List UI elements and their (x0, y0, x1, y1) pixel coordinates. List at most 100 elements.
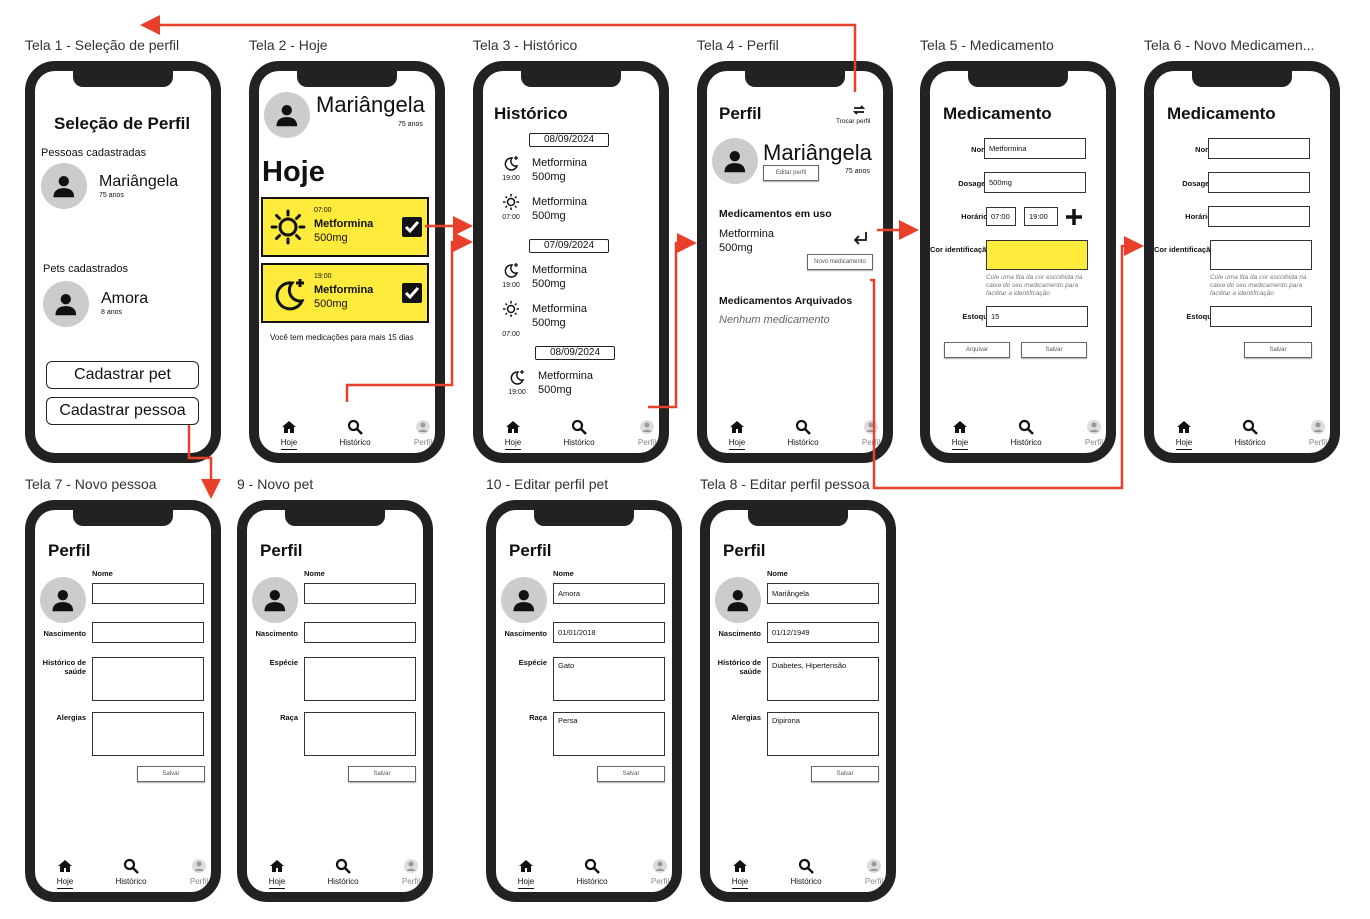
swap-profile-label[interactable]: Trocar perfil (836, 118, 870, 125)
nav-profile[interactable]: Perfil (846, 419, 883, 447)
save-button[interactable]: Salvar (811, 766, 879, 782)
nav-history[interactable]: Histórico (554, 419, 604, 447)
checkbox-checked-icon[interactable] (402, 283, 422, 303)
med-name[interactable]: Metformina (719, 227, 774, 241)
dosage-input[interactable] (1208, 172, 1310, 193)
birthdate-input[interactable] (92, 622, 204, 643)
stock-input[interactable] (1210, 306, 1312, 327)
pet-name[interactable]: Amora (101, 290, 148, 308)
nav-today[interactable]: Hoje (488, 419, 538, 450)
birthdate-input[interactable]: 01/01/2018 (553, 622, 665, 643)
return-arrow-icon[interactable] (851, 229, 871, 249)
field-label: Nome (304, 569, 325, 578)
avatar[interactable] (252, 577, 298, 623)
health-history-input[interactable]: Diabetes, Hipertensão (767, 657, 879, 701)
breed-input[interactable]: Persa (553, 712, 665, 756)
med-time: 07:00 (502, 214, 520, 221)
field-label: Nome (1195, 145, 1216, 154)
nav-profile[interactable]: Perfil (849, 858, 886, 886)
medication-card[interactable]: 19:00 Metformina 500mg (261, 263, 429, 323)
name-input[interactable] (304, 583, 416, 604)
nav-profile[interactable]: Perfil (386, 858, 423, 886)
nav-today[interactable]: Hoje (40, 858, 90, 889)
allergies-input[interactable] (92, 712, 204, 756)
nav-profile[interactable]: Perfil (398, 419, 435, 447)
time-input[interactable]: 07:00 (986, 207, 1016, 226)
name-input[interactable]: Amora (553, 583, 665, 604)
moon-icon (275, 279, 305, 311)
time-input[interactable] (1208, 206, 1310, 227)
nav-profile[interactable]: Perfil (635, 858, 672, 886)
avatar[interactable] (715, 577, 761, 623)
nav-history[interactable]: Histórico (106, 858, 156, 886)
nav-history[interactable]: Histórico (1225, 419, 1275, 447)
nav-today[interactable]: Hoje (501, 858, 551, 889)
name-input[interactable]: Metformina (984, 138, 1086, 159)
save-button[interactable]: Salvar (1244, 342, 1312, 358)
avatar[interactable] (712, 138, 758, 184)
search-icon (571, 419, 587, 435)
dosage-input[interactable]: 500mg (984, 172, 1086, 193)
stock-input[interactable]: 15 (986, 306, 1088, 327)
nav-history[interactable]: Histórico (318, 858, 368, 886)
nav-history[interactable]: Histórico (1001, 419, 1051, 447)
nav-profile[interactable]: Perfil (174, 858, 211, 886)
nav-profile[interactable]: Perfil (1293, 419, 1330, 447)
medication-card[interactable]: 07:00 Metformina 500mg (261, 197, 429, 257)
avatar[interactable] (41, 163, 87, 209)
archive-button[interactable]: Arquivar (944, 342, 1010, 358)
species-input[interactable]: Gato (553, 657, 665, 701)
time-input[interactable]: 19:00 (1024, 207, 1058, 226)
checkbox-checked-icon[interactable] (402, 217, 422, 237)
nav-today[interactable]: Hoje (1159, 419, 1209, 450)
bottom-nav: Hoje Histórico Perfil (483, 405, 659, 450)
screen-today: Mariângela 75 anos Hoje 07:00 Metformina… (249, 61, 445, 463)
new-medication-button[interactable]: Novo medicamento (807, 254, 873, 270)
add-icon[interactable] (1064, 207, 1084, 227)
avatar[interactable] (501, 577, 547, 623)
nav-today[interactable]: Hoje (712, 419, 762, 450)
color-picker[interactable] (1210, 240, 1312, 270)
birthdate-input[interactable]: 01/12/1949 (767, 622, 879, 643)
nav-history[interactable]: Histórico (778, 419, 828, 447)
nav-profile[interactable]: Perfil (622, 419, 659, 447)
save-button[interactable]: Salvar (597, 766, 665, 782)
moon-icon (510, 370, 525, 385)
person-icon (53, 176, 75, 198)
register-person-button[interactable]: Cadastrar pessoa (46, 397, 199, 425)
page-title: Perfil (509, 541, 552, 560)
screen-new-person: Perfil Nome Nascimento Histórico de saúd… (25, 500, 221, 902)
nav-history[interactable]: Histórico (781, 858, 831, 886)
name-input[interactable]: Mariângela (767, 583, 879, 604)
nav-today[interactable]: Hoje (252, 858, 302, 889)
edit-profile-button[interactable]: Editar perfil (763, 165, 819, 181)
nav-today[interactable]: Hoje (715, 858, 765, 889)
save-button[interactable]: Salvar (348, 766, 416, 782)
nav-history[interactable]: Histórico (330, 419, 380, 447)
avatar[interactable] (40, 577, 86, 623)
person-name[interactable]: Mariângela (99, 173, 178, 191)
user-icon (416, 420, 430, 434)
avatar[interactable] (264, 92, 310, 138)
name-input[interactable] (1208, 138, 1310, 159)
save-button[interactable]: Salvar (137, 766, 205, 782)
nav-profile[interactable]: Perfil (1069, 419, 1106, 447)
species-input[interactable] (304, 657, 416, 701)
register-pet-button[interactable]: Cadastrar pet (46, 361, 199, 389)
breed-input[interactable] (304, 712, 416, 756)
birthdate-input[interactable] (304, 622, 416, 643)
allergies-input[interactable]: Dipirona (767, 712, 879, 756)
swap-profile-icon[interactable] (851, 102, 867, 118)
med-dose: 500mg (719, 242, 753, 254)
nav-today[interactable]: Hoje (935, 419, 985, 450)
save-button[interactable]: Salvar (1021, 342, 1087, 358)
color-picker[interactable] (986, 240, 1088, 270)
nav-today[interactable]: Hoje (264, 419, 314, 450)
nav-history[interactable]: Histórico (567, 858, 617, 886)
page-title: Perfil (723, 541, 766, 560)
avatar[interactable] (43, 281, 89, 327)
search-icon (798, 858, 814, 874)
field-label: Dosagem (1182, 179, 1216, 188)
health-history-input[interactable] (92, 657, 204, 701)
name-input[interactable] (92, 583, 204, 604)
